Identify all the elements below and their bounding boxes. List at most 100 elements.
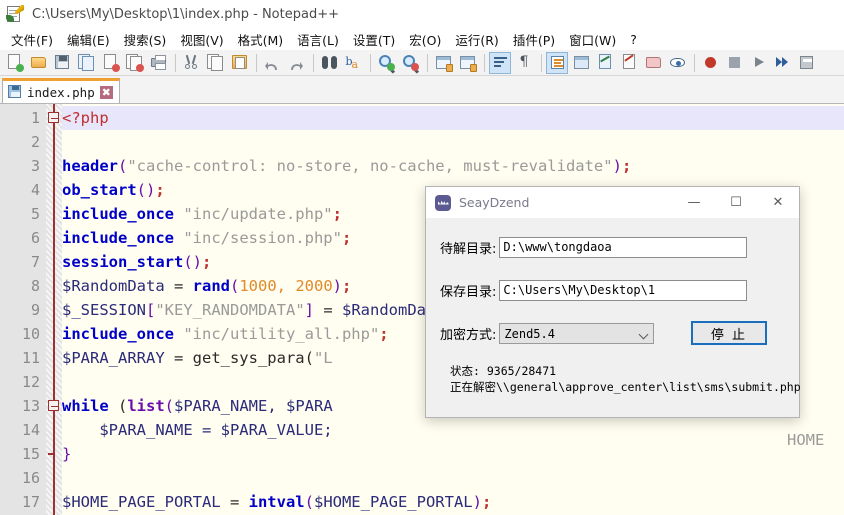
window-title: C:\Users\My\Desktop\1\index.php - Notepa… — [32, 7, 339, 22]
open-folder-icon — [30, 54, 47, 71]
code-text: include_once "inc/session.php"; — [62, 226, 351, 250]
record-macro-button[interactable] — [699, 52, 721, 74]
notepad-plus-plus-icon — [6, 5, 24, 23]
eye-icon — [669, 54, 686, 71]
code-text: $PARA_NAME = $PARA_VALUE; — [62, 418, 333, 442]
close-icon[interactable]: ✖ — [100, 86, 113, 99]
menu-help[interactable]: ? — [623, 30, 644, 49]
replace-button[interactable]: b a — [342, 52, 364, 74]
line-number: 3 — [0, 154, 40, 178]
fold-toggle-icon[interactable] — [48, 112, 59, 123]
copy-icon — [207, 54, 224, 71]
stop-macro-button[interactable] — [723, 52, 745, 74]
code-line: 17 $HOME_PAGE_PORTAL = intval($HOME_PAGE_… — [0, 490, 844, 514]
run-macro-multiple-button[interactable] — [771, 52, 793, 74]
line-number: 13 — [0, 394, 40, 418]
line-number: 8 — [0, 274, 40, 298]
user-defined-dialog-button[interactable] — [570, 52, 592, 74]
code-text: ob_start(); — [62, 178, 165, 202]
show-symbol-button[interactable] — [594, 52, 616, 74]
function-list-button[interactable] — [642, 52, 664, 74]
copy-button[interactable] — [204, 52, 226, 74]
line-number: 6 — [0, 226, 40, 250]
menu-edit[interactable]: 编辑(E) — [60, 28, 117, 51]
save-button[interactable] — [51, 52, 73, 74]
code-text: $_SESSION["KEY_RANDOMDATA"] = $RandomDat… — [62, 298, 454, 322]
menu-file[interactable]: 文件(F) — [4, 28, 60, 51]
play-macro-icon — [750, 54, 767, 71]
menu-settings[interactable]: 设置(T) — [346, 28, 402, 51]
status-current-file-text: 正在解密\\general\approve_center\list\sms\su… — [450, 379, 801, 395]
toolbar-separator — [484, 54, 485, 72]
minimize-icon[interactable]: — — [673, 187, 715, 218]
cut-icon — [183, 54, 200, 71]
close-all-button[interactable] — [123, 52, 145, 74]
undo-icon — [264, 54, 281, 71]
toolbar-separator — [313, 54, 314, 72]
output-directory-input[interactable]: C:\Users\My\Desktop\1 — [499, 280, 747, 301]
document-map-button[interactable] — [618, 52, 640, 74]
indent-guide-button[interactable] — [546, 52, 568, 74]
code-line: 15} — [0, 442, 844, 466]
menu-plugins[interactable]: 插件(P) — [506, 28, 562, 51]
zoom-out-button[interactable] — [399, 52, 421, 74]
document-map-icon — [621, 54, 638, 71]
run-icon — [798, 54, 815, 71]
sync-horizontal-button[interactable] — [456, 52, 478, 74]
run-macro-multiple-icon — [774, 54, 791, 71]
undo-button[interactable] — [261, 52, 283, 74]
menu-view[interactable]: 视图(V) — [173, 28, 230, 51]
encryption-select[interactable]: Zend5.4 — [499, 323, 654, 344]
stop-button[interactable]: 停 止 — [691, 321, 767, 345]
code-text: $HOME_PAGE_PORTAL = intval($HOME_PAGE_PO… — [62, 490, 491, 514]
code-text: } — [62, 442, 71, 466]
close-file-button[interactable] — [99, 52, 121, 74]
menu-run[interactable]: 运行(R) — [448, 28, 505, 51]
menu-language[interactable]: 语言(L) — [290, 28, 346, 51]
fold-toggle-icon[interactable] — [48, 400, 59, 411]
save-all-button[interactable] — [75, 52, 97, 74]
encryption-selected-value: Zend5.4 — [504, 327, 555, 341]
close-all-icon — [126, 54, 143, 71]
print-button[interactable] — [147, 52, 169, 74]
new-file-button[interactable] — [3, 52, 25, 74]
sync-vertical-button[interactable] — [432, 52, 454, 74]
paste-button[interactable] — [228, 52, 250, 74]
code-line: 14 $PARA_NAME = $PARA_VALUE; — [0, 418, 844, 442]
menu-macro[interactable]: 宏(O) — [402, 28, 448, 51]
menu-search[interactable]: 搜索(S) — [117, 28, 174, 51]
maximize-icon[interactable]: ☐ — [715, 187, 757, 218]
source-directory-label: 待解目录: — [440, 238, 496, 257]
save-icon — [54, 54, 71, 71]
word-wrap-icon — [492, 54, 509, 71]
menu-window[interactable]: 窗口(W) — [562, 28, 623, 51]
code-text: include_once "inc/utility_all.php"; — [62, 322, 389, 346]
line-number: 4 — [0, 178, 40, 202]
line-number: 17 — [0, 490, 40, 514]
line-number: 7 — [0, 250, 40, 274]
zoom-in-button[interactable] — [375, 52, 397, 74]
paste-icon — [231, 54, 248, 71]
toolbar-separator — [694, 54, 695, 72]
show-all-chars-button[interactable]: ¶ — [513, 52, 535, 74]
line-number: 15 — [0, 442, 40, 466]
monitor-button[interactable] — [666, 52, 688, 74]
code-line: 2 — [0, 130, 844, 154]
source-directory-input[interactable]: D:\www\tongdaoa — [499, 237, 747, 258]
play-macro-button[interactable] — [747, 52, 769, 74]
tab-index-php[interactable]: index.php ✖ — [2, 78, 120, 103]
word-wrap-button[interactable] — [489, 52, 511, 74]
open-file-button[interactable] — [27, 52, 49, 74]
run-button[interactable] — [795, 52, 817, 74]
cut-button[interactable] — [180, 52, 202, 74]
show-symbol-icon — [597, 54, 614, 71]
menu-format[interactable]: 格式(M) — [231, 28, 291, 51]
sync-horizontal-icon — [459, 54, 476, 71]
dialog-body: 待解目录: D:\www\tongdaoa 保存目录: C:\Users\My\… — [426, 218, 799, 417]
find-button[interactable] — [318, 52, 340, 74]
close-icon[interactable]: ✕ — [757, 187, 799, 218]
code-text: header("cache-control: no-store, no-cach… — [62, 154, 631, 178]
redo-button[interactable] — [285, 52, 307, 74]
line-number: 5 — [0, 202, 40, 226]
line-number: 2 — [0, 130, 40, 154]
